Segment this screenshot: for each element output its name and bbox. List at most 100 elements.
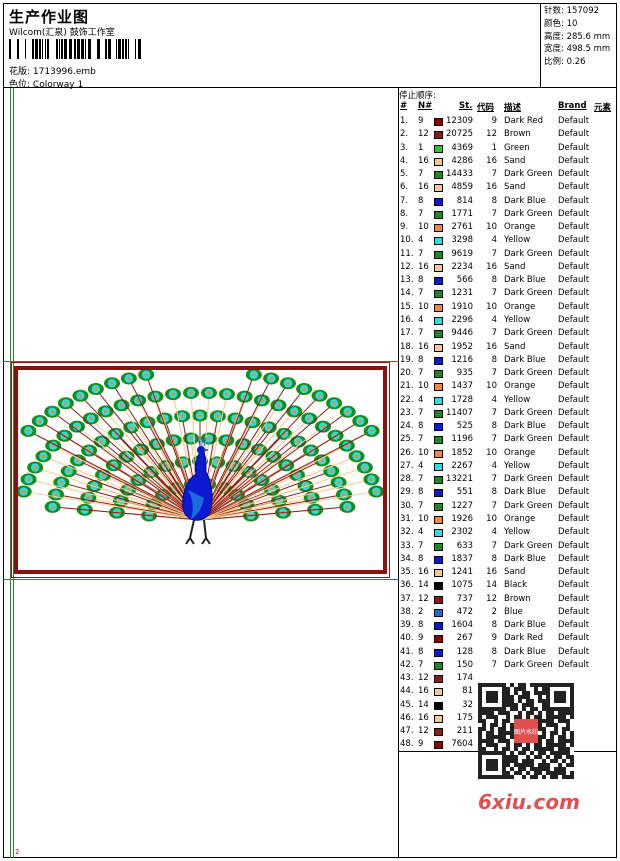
- qr-code: 图片水印: [478, 683, 574, 779]
- row-code: 1: [491, 142, 497, 153]
- row-needle: 12: [418, 673, 429, 684]
- row-needle: 1: [418, 142, 424, 153]
- row-needle: 7: [418, 169, 424, 180]
- company-name: Wilcom(汇泉) 鼓饰工作室: [9, 28, 115, 38]
- page-title: 生产作业图: [9, 8, 90, 26]
- row-code: 8: [491, 646, 497, 657]
- row-code: 2: [491, 606, 497, 617]
- row-number: 9.: [400, 222, 409, 233]
- row-number: 26.: [400, 447, 414, 458]
- row-stitches: 4859: [451, 182, 473, 193]
- row-needle: 8: [418, 275, 424, 286]
- row-number: 1.: [400, 116, 409, 126]
- row-number: 34.: [400, 553, 414, 564]
- row-stitches: 81: [462, 686, 473, 697]
- row-stitches: 525: [456, 421, 473, 432]
- row-number: 2.: [400, 129, 409, 140]
- row-code: 4: [491, 314, 497, 325]
- table-row: 37. 12 737 12 Brown Default: [399, 593, 617, 606]
- row-description: Dark Blue: [504, 354, 546, 365]
- row-stitches: 9619: [451, 248, 473, 259]
- row-code: 8: [491, 620, 497, 631]
- row-needle: 4: [418, 460, 424, 471]
- row-needle: 7: [418, 474, 424, 485]
- row-code: 12: [486, 593, 497, 604]
- row-stitches: 2296: [451, 314, 473, 325]
- row-brand: Default: [558, 182, 590, 193]
- table-row: 3. 1 4369 1 Green Default: [399, 142, 617, 155]
- row-brand: Default: [558, 394, 590, 405]
- color-swatch: [434, 237, 443, 246]
- table-row: 31. 10 1926 10 Orange Default: [399, 513, 617, 526]
- row-number: 41.: [400, 646, 414, 657]
- color-swatch: [434, 118, 443, 126]
- stat-height: 高度: 285.6 mm: [544, 31, 611, 42]
- row-description: Orange: [504, 301, 536, 312]
- color-swatch: [434, 263, 443, 272]
- col-needle: N#: [418, 101, 433, 111]
- row-needle: 9: [418, 116, 424, 126]
- col-num: #: [400, 101, 408, 111]
- table-row: 34. 8 1837 8 Dark Blue Default: [399, 553, 617, 566]
- row-code: 8: [491, 553, 497, 564]
- table-row: 28. 7 13221 7 Dark Green Default: [399, 473, 617, 486]
- row-stitches: 4369: [451, 142, 473, 153]
- row-needle: 12: [418, 593, 429, 604]
- row-stitches: 2761: [451, 222, 473, 233]
- row-stitches: 1437: [451, 381, 473, 392]
- row-needle: 16: [418, 182, 429, 193]
- row-description: Dark Green: [504, 540, 553, 551]
- color-swatch: [434, 489, 443, 498]
- table-row: 23. 7 11407 7 Dark Green Default: [399, 407, 617, 420]
- row-needle: 7: [418, 434, 424, 445]
- row-code: 10: [486, 381, 497, 392]
- color-swatch: [434, 423, 443, 432]
- row-stitches: 633: [456, 540, 473, 551]
- row-needle: 7: [418, 248, 424, 259]
- row-brand: Default: [558, 580, 590, 591]
- row-brand: Default: [558, 235, 590, 246]
- table-row: 20. 7 935 7 Dark Green Default: [399, 367, 617, 380]
- row-needle: 12: [418, 129, 429, 140]
- row-number: 12.: [400, 261, 414, 272]
- color-swatch: [434, 343, 443, 352]
- row-needle: 4: [418, 314, 424, 325]
- table-row: 9. 10 2761 10 Orange Default: [399, 221, 617, 234]
- row-description: Green: [504, 142, 530, 153]
- color-swatch: [434, 648, 443, 657]
- row-stitches: 9446: [451, 328, 473, 339]
- row-needle: 9: [418, 739, 424, 750]
- color-swatch: [434, 197, 443, 206]
- row-stitches: 551: [456, 487, 473, 498]
- row-needle: 16: [418, 341, 429, 352]
- row-stitches: 3298: [451, 235, 473, 246]
- row-needle: 4: [418, 394, 424, 405]
- table-row: 24. 8 525 8 Dark Blue Default: [399, 420, 617, 433]
- row-needle: 10: [418, 447, 429, 458]
- color-swatch: [434, 157, 443, 166]
- table-row: 17. 7 9446 7 Dark Green Default: [399, 327, 617, 340]
- row-stitches: 2302: [451, 527, 473, 538]
- row-number: 25.: [400, 434, 414, 445]
- table-row: 39. 8 1604 8 Dark Blue Default: [399, 619, 617, 632]
- table-row: 21. 10 1437 10 Orange Default: [399, 380, 617, 393]
- color-swatch: [434, 661, 443, 670]
- stop-sequence-panel: 停止顺序: # N# St. 代码 描述 Brand 元素 1. 9 12309 9 D…: [399, 88, 617, 752]
- row-number: 33.: [400, 540, 414, 551]
- row-stitches: 1837: [451, 553, 473, 564]
- row-brand: Default: [558, 195, 590, 206]
- row-code: 8: [491, 275, 497, 286]
- row-brand: Default: [558, 593, 590, 604]
- row-description: Dark Blue: [504, 553, 546, 564]
- row-needle: 8: [418, 195, 424, 206]
- row-brand: Default: [558, 222, 590, 233]
- row-number: 4.: [400, 155, 409, 166]
- row-number: 35.: [400, 567, 414, 578]
- table-row: 26. 10 1852 10 Orange Default: [399, 447, 617, 460]
- row-description: Sand: [504, 261, 526, 272]
- row-code: 7: [491, 500, 497, 511]
- row-stitches: 2267: [451, 460, 473, 471]
- stat-stitches: 针数: 157092: [544, 6, 600, 16]
- row-number: 23.: [400, 407, 414, 418]
- row-code: 16: [486, 261, 497, 272]
